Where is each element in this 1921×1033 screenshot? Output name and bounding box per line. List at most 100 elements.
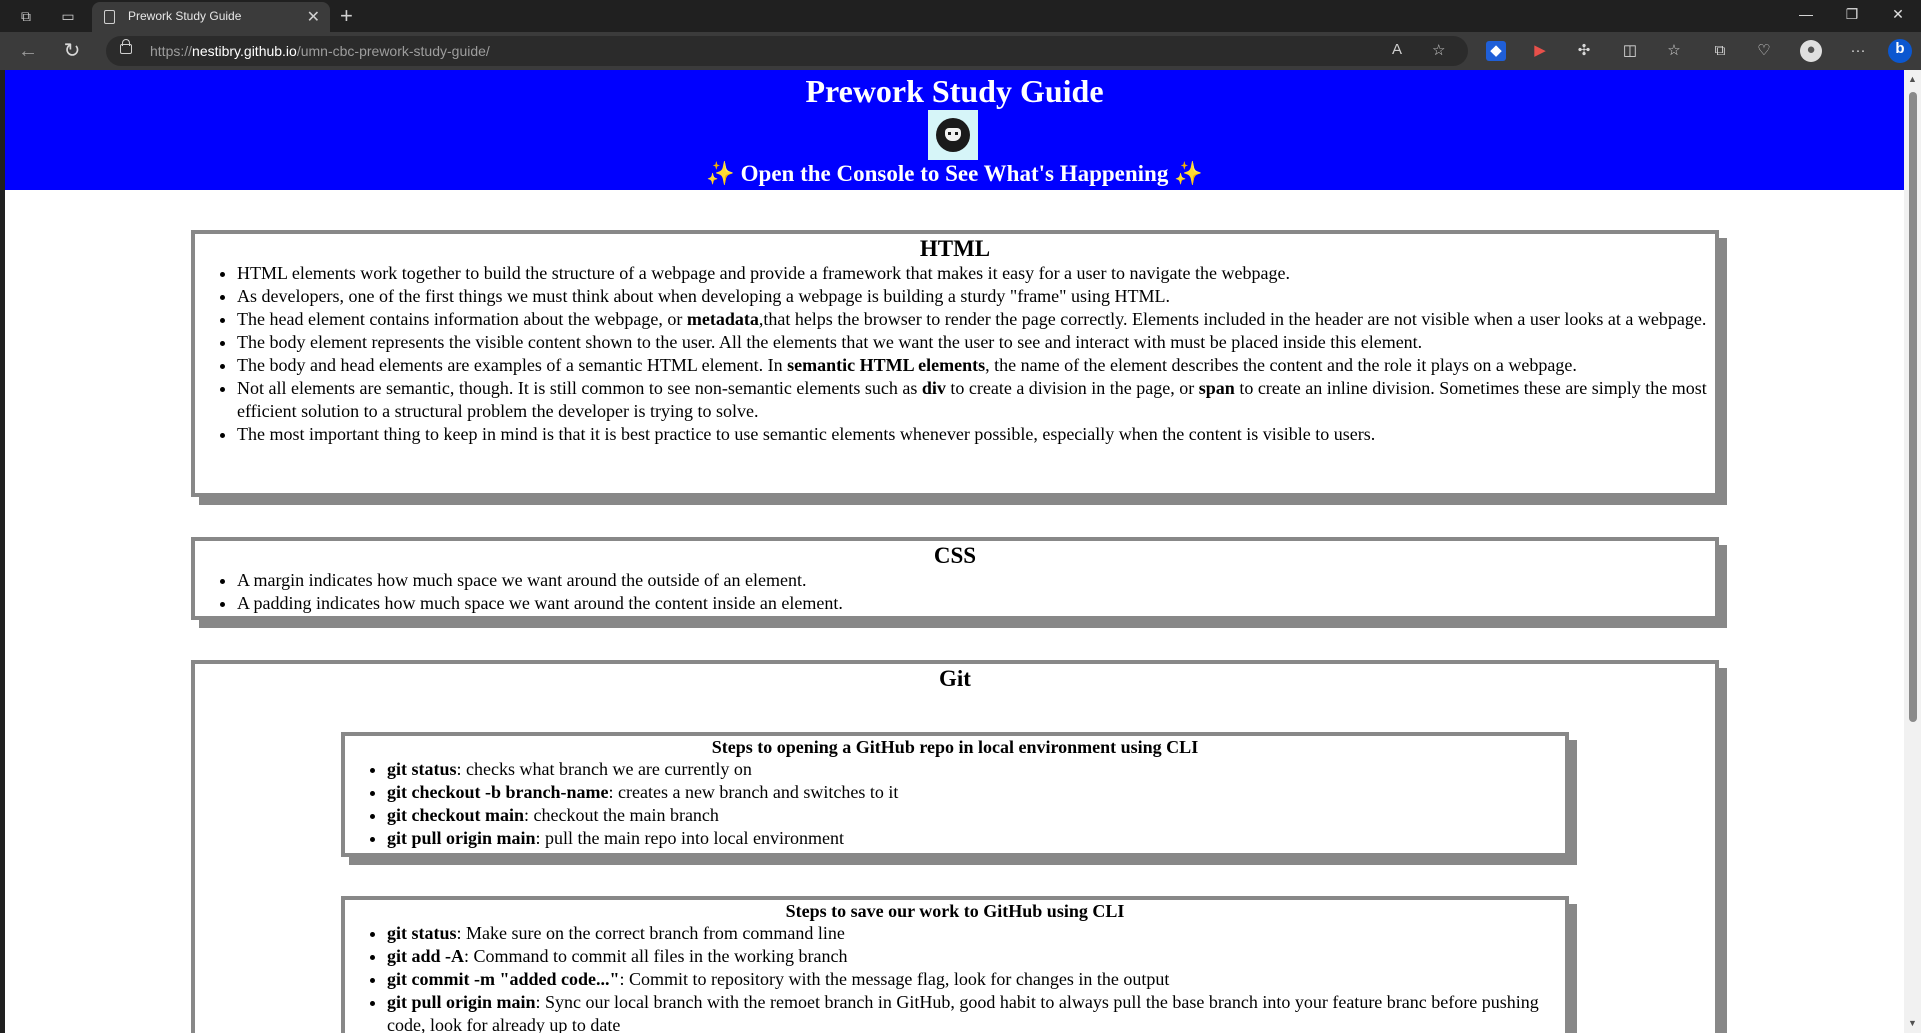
refresh-icon[interactable]: ↻ xyxy=(60,39,84,63)
collections-icon[interactable]: ⧉ xyxy=(1710,41,1730,61)
item-text: : Command to commit all files in the wor… xyxy=(464,946,848,966)
git-commands-list: git status: Make sure on the correct bra… xyxy=(345,922,1565,1033)
page-title: Prework Study Guide xyxy=(805,73,1104,109)
item-text: : checks what branch we are currently on xyxy=(456,759,752,779)
item-text: HTML elements work together to build the… xyxy=(237,263,1290,283)
list-item: git pull origin main: pull the main repo… xyxy=(387,827,1565,850)
item-text: : Sync our local branch with the remoet … xyxy=(387,992,1539,1033)
list-item: The body and head elements are examples … xyxy=(237,354,1715,377)
extension-record-icon[interactable]: ▶ xyxy=(1530,41,1550,61)
browser-tab-bar: ⧉ ▭ Prework Study Guide ✕ + — ❐ ✕ xyxy=(0,0,1921,32)
scroll-up-icon[interactable]: ▲ xyxy=(1908,74,1917,84)
item-text: As developers, one of the first things w… xyxy=(237,286,1171,306)
extension-shield-icon[interactable]: ◆ xyxy=(1486,41,1506,61)
emphasis-term: metadata xyxy=(686,309,759,329)
item-text: A padding indicates how much space we wa… xyxy=(237,593,843,613)
lock-icon[interactable] xyxy=(120,39,132,54)
emphasis-term: span xyxy=(1198,378,1235,398)
list-item: The most important thing to keep in mind… xyxy=(237,423,1715,446)
settings-more-icon[interactable]: ··· xyxy=(1848,41,1868,61)
emphasis-term: git checkout main xyxy=(387,805,524,825)
item-text: : Make sure on the correct branch from c… xyxy=(456,923,845,943)
emphasis-term: git commit -m "added code..." xyxy=(387,969,620,989)
split-screen-icon[interactable]: ◫ xyxy=(1620,41,1640,61)
emphasis-term: git status xyxy=(387,923,457,943)
item-text: : creates a new branch and switches to i… xyxy=(608,782,899,802)
emphasis-term: git checkout -b branch-name xyxy=(387,782,609,802)
list-item: The body element represents the visible … xyxy=(237,331,1715,354)
item-text: The body and head elements are examples … xyxy=(237,355,788,375)
list-item: git status: Make sure on the correct bra… xyxy=(387,922,1565,945)
minimize-icon[interactable]: — xyxy=(1794,6,1818,22)
emphasis-term: git pull origin main xyxy=(387,992,536,1012)
item-text: The most important thing to keep in mind… xyxy=(237,424,1376,444)
browser-tab-active[interactable]: Prework Study Guide ✕ xyxy=(92,2,330,32)
page-subtitle: ✨ Open the Console to See What's Happeni… xyxy=(706,161,1203,186)
item-text: ,that helps the browser to render the pa… xyxy=(758,309,1707,329)
copilot-icon[interactable]: b xyxy=(1888,39,1912,63)
tab-close-icon[interactable]: ✕ xyxy=(307,7,320,27)
github-avatar xyxy=(928,110,978,160)
list-item: git add -A: Command to commit all files … xyxy=(387,945,1565,968)
window-close-icon[interactable]: ✕ xyxy=(1886,6,1910,23)
profile-avatar-icon[interactable]: ● xyxy=(1800,40,1822,62)
tab-actions-icon[interactable]: ▭ xyxy=(58,6,78,26)
list-item: git checkout main: checkout the main bra… xyxy=(387,804,1565,827)
emphasis-term: semantic HTML elements xyxy=(787,355,986,375)
page-favicon-icon xyxy=(104,10,115,24)
item-text: : Commit to repository with the message … xyxy=(619,969,1170,989)
list-item: HTML elements work together to build the… xyxy=(237,262,1715,285)
address-bar[interactable]: https://nestibry.github.io/umn-cbc-prewo… xyxy=(106,36,1468,66)
list-item: git pull origin main: Sync our local bra… xyxy=(387,991,1565,1033)
emphasis-term: git pull origin main xyxy=(387,828,536,848)
extensions-puzzle-icon[interactable]: ✣ xyxy=(1574,41,1594,61)
item-text: The body element represents the visible … xyxy=(237,332,1423,352)
group-title: Steps to opening a GitHub repo in local … xyxy=(711,737,1199,757)
item-text: : pull the main repo into local environm… xyxy=(535,828,844,848)
list-item: The head element contains information ab… xyxy=(237,308,1715,331)
address-url[interactable]: https://nestibry.github.io/umn-cbc-prewo… xyxy=(150,43,490,59)
list-item: Not all elements are semantic, though. I… xyxy=(237,377,1715,423)
item-text: The head element contains information ab… xyxy=(237,309,687,329)
section-title: HTML xyxy=(919,236,991,261)
emphasis-term: git status xyxy=(387,759,457,779)
section-title: Git xyxy=(939,666,971,691)
item-text: : checkout the main branch xyxy=(524,805,719,825)
list-item: A margin indicates how much space we wan… xyxy=(237,569,1715,592)
favorite-star-icon[interactable]: ☆ xyxy=(1432,41,1445,59)
list-item: git commit -m "added code...": Commit to… xyxy=(387,968,1565,991)
section-git: Git Steps to opening a GitHub repo in lo… xyxy=(191,660,1719,1033)
page-header: Prework Study Guide ✨ Open the Console t… xyxy=(5,70,1904,190)
group-title: Steps to save our work to GitHub using C… xyxy=(785,901,1125,921)
new-tab-icon[interactable]: + xyxy=(340,3,353,29)
item-text: Not all elements are semantic, though. I… xyxy=(237,378,922,398)
section-html: HTML HTML elements work together to buil… xyxy=(191,230,1719,497)
cat-logo-icon xyxy=(936,118,970,152)
read-aloud-icon[interactable]: A xyxy=(1392,41,1402,58)
list-item: git checkout -b branch-name: creates a n… xyxy=(387,781,1565,804)
item-text: to create a division in the page, or xyxy=(945,378,1199,398)
list-item: As developers, one of the first things w… xyxy=(237,285,1715,308)
html-notes-list: HTML elements work together to build the… xyxy=(195,262,1715,446)
item-text: , the name of the element describes the … xyxy=(985,355,1577,375)
emphasis-term: git add -A xyxy=(387,946,465,966)
list-item: A padding indicates how much space we wa… xyxy=(237,592,1715,615)
section-title: CSS xyxy=(933,543,977,568)
scroll-down-icon[interactable]: ▼ xyxy=(1908,1018,1917,1028)
back-icon[interactable]: ← xyxy=(16,39,40,63)
git-commands-list: git status: checks what branch we are cu… xyxy=(345,758,1565,850)
emphasis-term: div xyxy=(921,378,946,398)
scrollbar-thumb[interactable] xyxy=(1909,92,1917,722)
git-group-save-work: Steps to save our work to GitHub using C… xyxy=(341,896,1569,1033)
favorites-icon[interactable]: ☆ xyxy=(1664,41,1684,61)
css-notes-list: A margin indicates how much space we wan… xyxy=(195,569,1715,615)
tab-title: Prework Study Guide xyxy=(128,9,242,23)
browser-essentials-icon[interactable]: ♡ xyxy=(1754,41,1774,61)
section-css: CSS A margin indicates how much space we… xyxy=(191,537,1719,620)
restore-icon[interactable]: ❐ xyxy=(1840,6,1864,23)
page-scrollbar[interactable]: ▲ ▼ xyxy=(1904,70,1921,1033)
list-item: git status: checks what branch we are cu… xyxy=(387,758,1565,781)
workspaces-icon[interactable]: ⧉ xyxy=(16,6,36,26)
browser-toolbar: ← ↻ https://nestibry.github.io/umn-cbc-p… xyxy=(0,32,1921,70)
item-text: A margin indicates how much space we wan… xyxy=(237,570,807,590)
